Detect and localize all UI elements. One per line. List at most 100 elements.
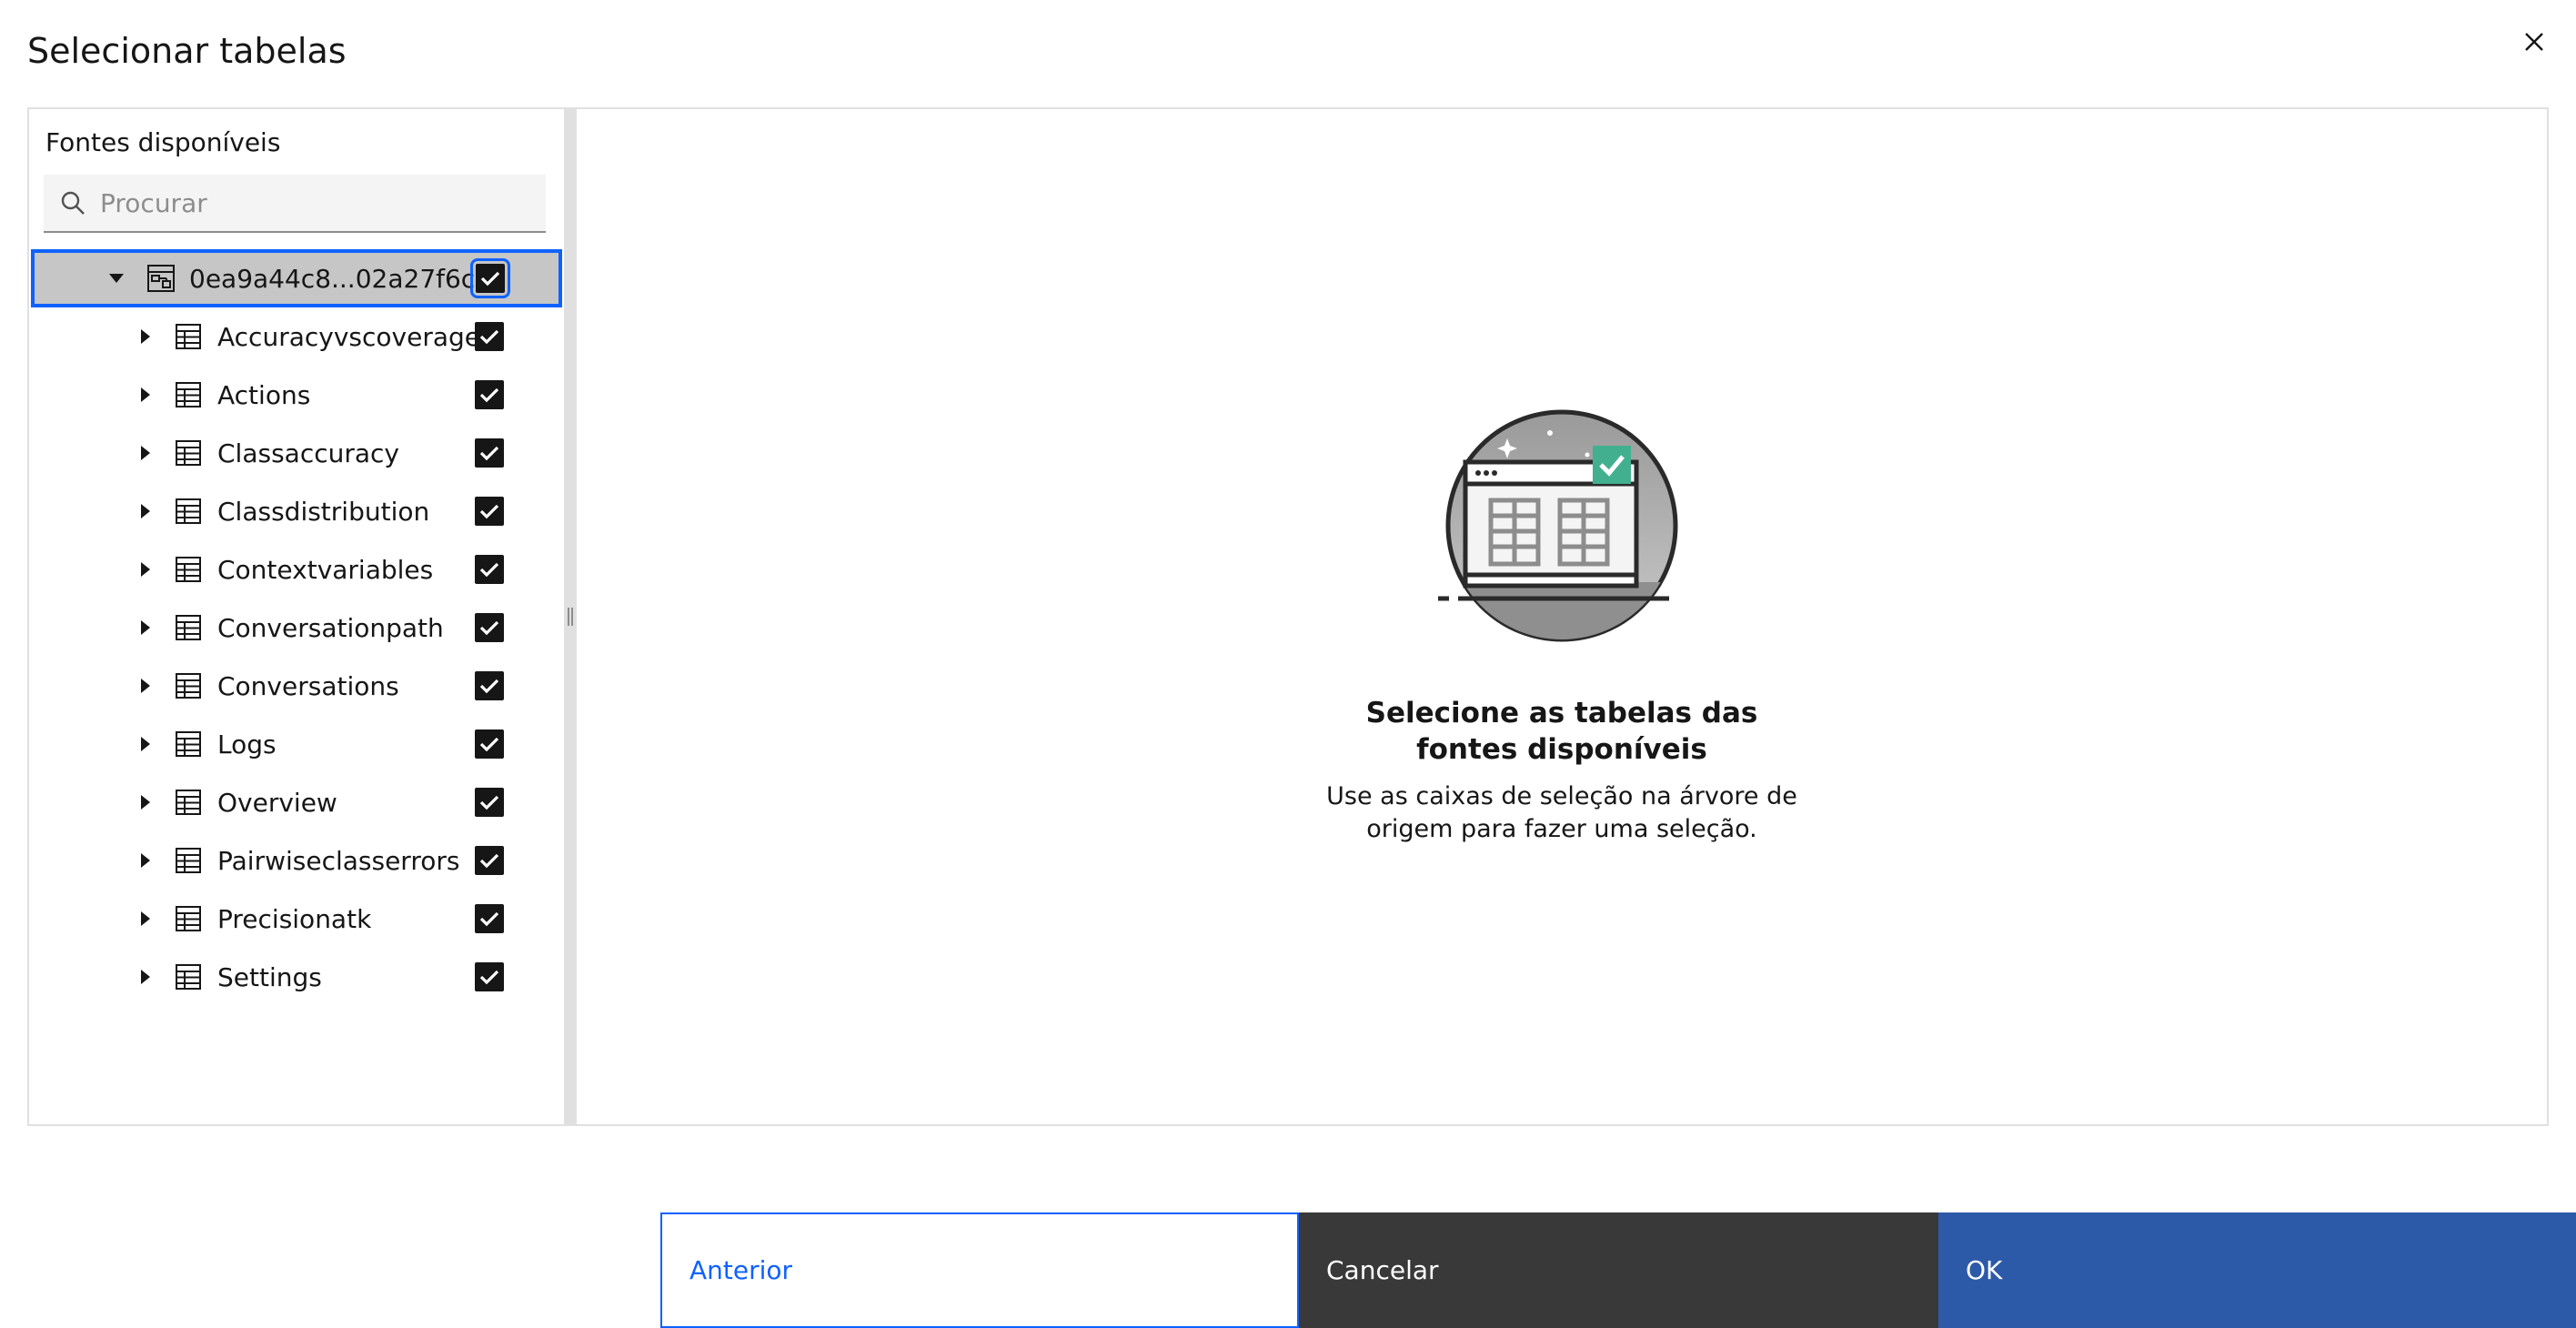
table-selection-illustration [1438, 409, 1678, 642]
sources-panel: Fontes disponíveis Procurar 0ea9a44c8...… [29, 109, 564, 1124]
chevron-right-icon[interactable] [136, 386, 155, 404]
table-list: Accuracyvscoverage Actions Classaccuracy Cl… [29, 307, 564, 1006]
table-checkbox[interactable] [475, 322, 504, 351]
chevron-right-icon[interactable] [136, 444, 155, 462]
tree-node-root[interactable]: 0ea9a44c8...02a27f6c [31, 249, 562, 307]
search-input[interactable] [100, 175, 537, 231]
sources-label: Fontes disponíveis [45, 127, 281, 157]
table-icon [173, 670, 204, 701]
table-checkbox[interactable] [475, 555, 504, 584]
checkmark-icon [479, 737, 499, 752]
tree-node-table[interactable]: Classaccuracy [29, 424, 564, 482]
checkmark-icon [479, 795, 499, 810]
tree-node-table[interactable]: Conversationpath [29, 599, 564, 657]
chevron-right-icon[interactable] [136, 560, 155, 578]
tree-node-table[interactable]: Classdistribution [29, 482, 564, 540]
search-box [44, 175, 546, 233]
chevron-right-icon[interactable] [136, 968, 155, 986]
tree-node-label: Pairwiseclasserrors [217, 845, 460, 876]
table-icon [173, 438, 204, 468]
table-icon [173, 612, 204, 643]
tree-node-label: Conversations [217, 670, 399, 701]
ok-button[interactable]: OK [1938, 1212, 2576, 1328]
chevron-right-icon[interactable] [136, 619, 155, 637]
checkmark-icon [479, 853, 499, 869]
tree-node-label: 0ea9a44c8...02a27f6c [189, 263, 476, 294]
tree-node-label: Precisionatk [217, 903, 372, 934]
close-button[interactable] [2516, 24, 2552, 60]
tree-node-table[interactable]: Precisionatk [29, 890, 564, 948]
tree-node-label: Settings [217, 961, 322, 992]
table-checkbox[interactable] [475, 846, 504, 875]
empty-state: Selecione as tabelas das fontes disponív… [577, 400, 2547, 846]
tree-node-table[interactable]: Overview [29, 773, 564, 831]
table-checkbox[interactable] [475, 613, 504, 642]
tree-node-table[interactable]: Conversations [29, 657, 564, 715]
checkmark-icon [480, 271, 500, 287]
chevron-right-icon[interactable] [136, 910, 155, 928]
root-checkbox[interactable] [470, 258, 510, 298]
empty-state-description: Use as caixas de seleção na árvore de or… [1326, 782, 1797, 843]
table-checkbox[interactable] [475, 380, 504, 409]
tree-node-label: Logs [217, 729, 277, 760]
tree-node-label: Conversationpath [217, 612, 444, 643]
selected-tables-panel: Selecione as tabelas das fontes disponív… [577, 109, 2547, 1124]
table-checkbox[interactable] [475, 497, 504, 526]
source-tree: 0ea9a44c8...02a27f6c Accuracyvscoverage A… [29, 249, 564, 1006]
chevron-down-icon[interactable] [107, 269, 126, 287]
chevron-right-icon[interactable] [136, 793, 155, 811]
search-icon [58, 188, 87, 217]
tree-node-table[interactable]: Contextvariables [29, 540, 564, 599]
checkmark-icon [479, 387, 499, 403]
selection-container: Fontes disponíveis Procurar 0ea9a44c8...… [27, 107, 2549, 1126]
cancel-button[interactable]: Cancelar [1299, 1212, 1938, 1328]
tree-node-label: Contextvariables [217, 554, 434, 585]
table-checkbox[interactable] [475, 671, 504, 700]
empty-state-title: Selecione as tabelas das fontes disponív… [1365, 697, 1758, 766]
checkmark-icon [479, 620, 499, 636]
chevron-right-icon[interactable] [136, 677, 155, 695]
tree-node-table[interactable]: Actions [29, 366, 564, 424]
table-icon [173, 321, 204, 352]
table-icon [173, 729, 204, 760]
checkmark-icon [479, 504, 499, 519]
tree-node-label: Accuracyvscoverage [217, 321, 480, 352]
tree-node-table[interactable]: Settings [29, 948, 564, 1006]
checkmark-icon [479, 970, 499, 985]
table-icon [173, 554, 204, 585]
modal-footer: Anterior Cancelar OK [0, 1212, 2576, 1328]
grip-icon [568, 608, 573, 626]
tree-node-table[interactable]: Accuracyvscoverage [29, 307, 564, 366]
tree-node-label: Overview [217, 787, 337, 818]
table-checkbox[interactable] [475, 729, 504, 759]
tree-node-table[interactable]: Pairwiseclasserrors [29, 831, 564, 890]
checkmark-icon [479, 446, 499, 461]
table-checkbox[interactable] [475, 904, 504, 933]
table-icon [173, 903, 204, 934]
table-checkbox[interactable] [475, 438, 504, 468]
table-icon [173, 496, 204, 527]
tree-node-label: Classaccuracy [217, 438, 399, 468]
table-icon [173, 961, 204, 992]
chevron-right-icon[interactable] [136, 851, 155, 870]
table-checkbox[interactable] [475, 788, 504, 817]
chevron-right-icon[interactable] [136, 327, 155, 346]
tree-node-label: Actions [217, 379, 311, 410]
chevron-right-icon[interactable] [136, 735, 155, 753]
table-icon [173, 787, 204, 818]
panel-resize-handle[interactable] [564, 109, 577, 1124]
checkmark-icon [479, 911, 499, 927]
checkmark-icon [479, 329, 499, 345]
tree-node-label: Classdistribution [217, 496, 430, 527]
table-icon [173, 845, 204, 876]
tree-node-table[interactable]: Logs [29, 715, 564, 773]
checkmark-icon [479, 562, 499, 578]
checkmark-icon [479, 679, 499, 694]
chevron-right-icon[interactable] [136, 502, 155, 520]
table-icon [173, 379, 204, 410]
close-icon [2525, 33, 2543, 51]
schema-icon [146, 263, 176, 294]
back-button[interactable]: Anterior [660, 1212, 1299, 1328]
table-checkbox[interactable] [475, 962, 504, 991]
modal-title: Selecionar tabelas [27, 31, 347, 71]
